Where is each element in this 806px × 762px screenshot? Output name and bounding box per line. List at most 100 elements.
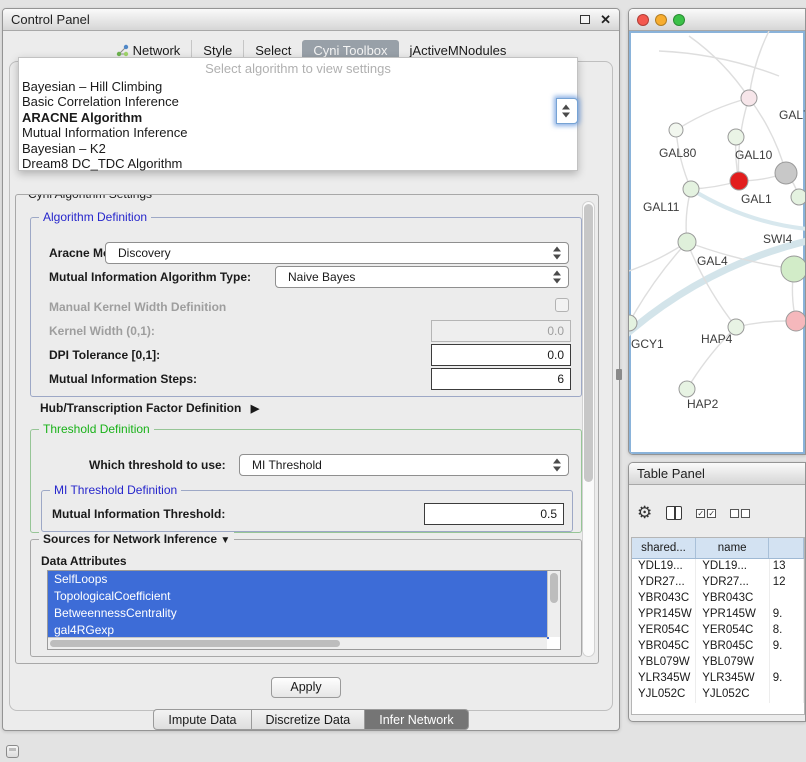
scrollbar-thumb[interactable] <box>50 640 340 647</box>
group-title: Algorithm Definition <box>39 210 151 224</box>
algorithm-option[interactable]: Bayesian – K2 <box>19 141 577 156</box>
stepper-icon <box>553 271 562 284</box>
tab-infer-network[interactable]: Infer Network <box>365 709 468 730</box>
table-row[interactable]: YBR045CYBR045C9. <box>632 639 804 655</box>
network-node[interactable] <box>678 233 696 251</box>
network-node[interactable] <box>791 189 805 205</box>
network-node[interactable] <box>669 123 683 137</box>
attr-items: SelfLoopsTopologicalCoefficientBetweenne… <box>48 571 560 639</box>
table-cell <box>770 591 804 607</box>
mi-steps-label: Mutual Information Steps: <box>49 372 197 386</box>
table-cell: YLR345W <box>696 671 769 687</box>
list-vertical-scrollbar[interactable] <box>547 571 560 637</box>
aracne-mode-select[interactable]: Discovery <box>105 242 569 264</box>
network-node[interactable] <box>730 172 748 190</box>
table-row[interactable]: YBR043CYBR043C <box>632 591 804 607</box>
table-row[interactable]: YBL079WYBL079W <box>632 655 804 671</box>
scrollbar-thumb[interactable] <box>550 573 558 603</box>
panel-restore-icon[interactable] <box>6 745 19 758</box>
network-node[interactable] <box>786 311 805 331</box>
table-row[interactable]: YLR345WYLR345W9. <box>632 671 804 687</box>
mi-steps-field[interactable]: 6 <box>431 368 571 390</box>
algorithm-option[interactable]: Dream8 DC_TDC Algorithm <box>19 156 577 171</box>
table-row[interactable]: YDL19...YDL19...13 <box>632 559 804 575</box>
table-header: shared... name <box>632 538 804 559</box>
table-cell: YBL079W <box>696 655 769 671</box>
list-horizontal-scrollbar[interactable] <box>48 637 547 649</box>
table-cell: YBR043C <box>632 591 696 607</box>
attribute-list-item[interactable]: BetweennessCentrality <box>48 605 549 622</box>
kernel-width-field[interactable]: 0.0 <box>431 320 571 342</box>
mi-threshold-group: MI Threshold Definition Mutual Informati… <box>41 490 573 532</box>
algorithm-option[interactable]: ARACNE Algorithm <box>19 110 577 125</box>
close-icon[interactable]: ✕ <box>600 14 611 26</box>
select-all-columns-icon[interactable]: ✓✓ <box>696 509 716 518</box>
table-cell: 13 <box>770 559 804 575</box>
table-cell: YBL079W <box>632 655 696 671</box>
columns-icon[interactable] <box>666 506 682 520</box>
tab-label: jActiveMNodules <box>410 43 507 58</box>
network-graph[interactable]: GAL7GAL80GAL10GAL11GAL1SWI4GAL4GCY1HAP4H… <box>629 31 805 454</box>
group-title: Cyni Algorithm Settings <box>24 194 156 201</box>
float-window-icon[interactable] <box>580 15 590 24</box>
column-header[interactable]: name <box>696 538 769 558</box>
group-title: MI Threshold Definition <box>50 483 181 497</box>
table-row[interactable]: YPR145WYPR145W9. <box>632 607 804 623</box>
network-edge[interactable] <box>749 31 769 98</box>
network-node[interactable] <box>781 256 805 282</box>
network-node[interactable] <box>683 181 699 197</box>
mi-type-select[interactable]: Naive Bayes <box>275 266 569 288</box>
table-cell: YDR27... <box>632 575 696 591</box>
network-canvas[interactable]: GAL7GAL80GAL10GAL11GAL1SWI4GAL4GCY1HAP4H… <box>629 31 805 454</box>
hub-definition-toggle[interactable]: Hub/Transcription Factor Definition ▶ <box>40 401 259 415</box>
algorithm-option[interactable]: Basic Correlation Inference <box>19 94 577 109</box>
selected-value: Discovery <box>118 246 171 260</box>
stepper-icon <box>562 105 571 118</box>
attribute-list-item[interactable]: SelfLoops <box>48 571 549 588</box>
table-cell: YDL19... <box>696 559 769 575</box>
algorithm-definition-group: Algorithm Definition Aracne Mode: Discov… <box>30 217 582 397</box>
network-node[interactable] <box>741 90 757 106</box>
algorithm-option[interactable]: Bayesian – Hill Climbing <box>19 79 577 94</box>
settings-scrollbar[interactable] <box>582 201 595 657</box>
table-row[interactable]: YER054CYER054C8. <box>632 623 804 639</box>
table-row[interactable]: YJL052CYJL052C <box>632 687 804 703</box>
column-header[interactable]: shared... <box>632 538 696 558</box>
sources-toggle[interactable]: Sources for Network Inference ▼ <box>39 532 234 546</box>
table-rows: YDL19...YDL19...13YDR27...YDR27...12YBR0… <box>632 559 804 703</box>
deselect-all-columns-icon[interactable] <box>730 509 750 518</box>
data-attributes-list[interactable]: SelfLoopsTopologicalCoefficientBetweenne… <box>47 570 561 650</box>
splitter-handle[interactable] <box>616 369 622 380</box>
algorithm-option[interactable]: Mutual Information Inference <box>19 125 577 140</box>
zoom-traffic-light[interactable] <box>673 14 685 26</box>
table-panel-titlebar: Table Panel <box>629 463 805 485</box>
minimize-traffic-light[interactable] <box>655 14 667 26</box>
manual-kernel-checkbox[interactable] <box>555 298 569 312</box>
tab-label: Network <box>133 43 181 58</box>
network-edge[interactable] <box>659 51 779 76</box>
network-node[interactable] <box>775 162 797 184</box>
which-threshold-select[interactable]: MI Threshold <box>239 454 569 476</box>
gear-icon[interactable]: ⚙ <box>637 504 652 522</box>
stepper-icon <box>553 459 562 472</box>
attribute-list-item[interactable]: TopologicalCoefficient <box>48 588 549 605</box>
mi-threshold-label: Mutual Information Threshold: <box>52 507 225 521</box>
network-node[interactable] <box>679 381 695 397</box>
network-edge[interactable] <box>629 242 687 271</box>
column-header[interactable] <box>769 538 804 558</box>
close-traffic-light[interactable] <box>637 14 649 26</box>
tab-discretize-data[interactable]: Discretize Data <box>252 709 366 730</box>
toggle-label: Hub/Transcription Factor Definition <box>40 401 241 415</box>
network-node[interactable] <box>728 129 744 145</box>
network-view-window: GAL7GAL80GAL10GAL11GAL1SWI4GAL4GCY1HAP4H… <box>628 8 806 455</box>
tab-impute-data[interactable]: Impute Data <box>153 709 251 730</box>
algorithm-combo-stepper[interactable] <box>556 98 578 124</box>
tab-label: Cyni Toolbox <box>313 43 387 58</box>
network-edge[interactable] <box>689 36 749 98</box>
dpi-tolerance-field[interactable]: 0.0 <box>431 344 571 366</box>
table-row[interactable]: YDR27...YDR27...12 <box>632 575 804 591</box>
scrollbar-thumb[interactable] <box>584 204 593 482</box>
mi-threshold-field[interactable]: 0.5 <box>424 503 564 525</box>
apply-button[interactable]: Apply <box>271 677 341 698</box>
network-edge[interactable] <box>676 98 749 130</box>
